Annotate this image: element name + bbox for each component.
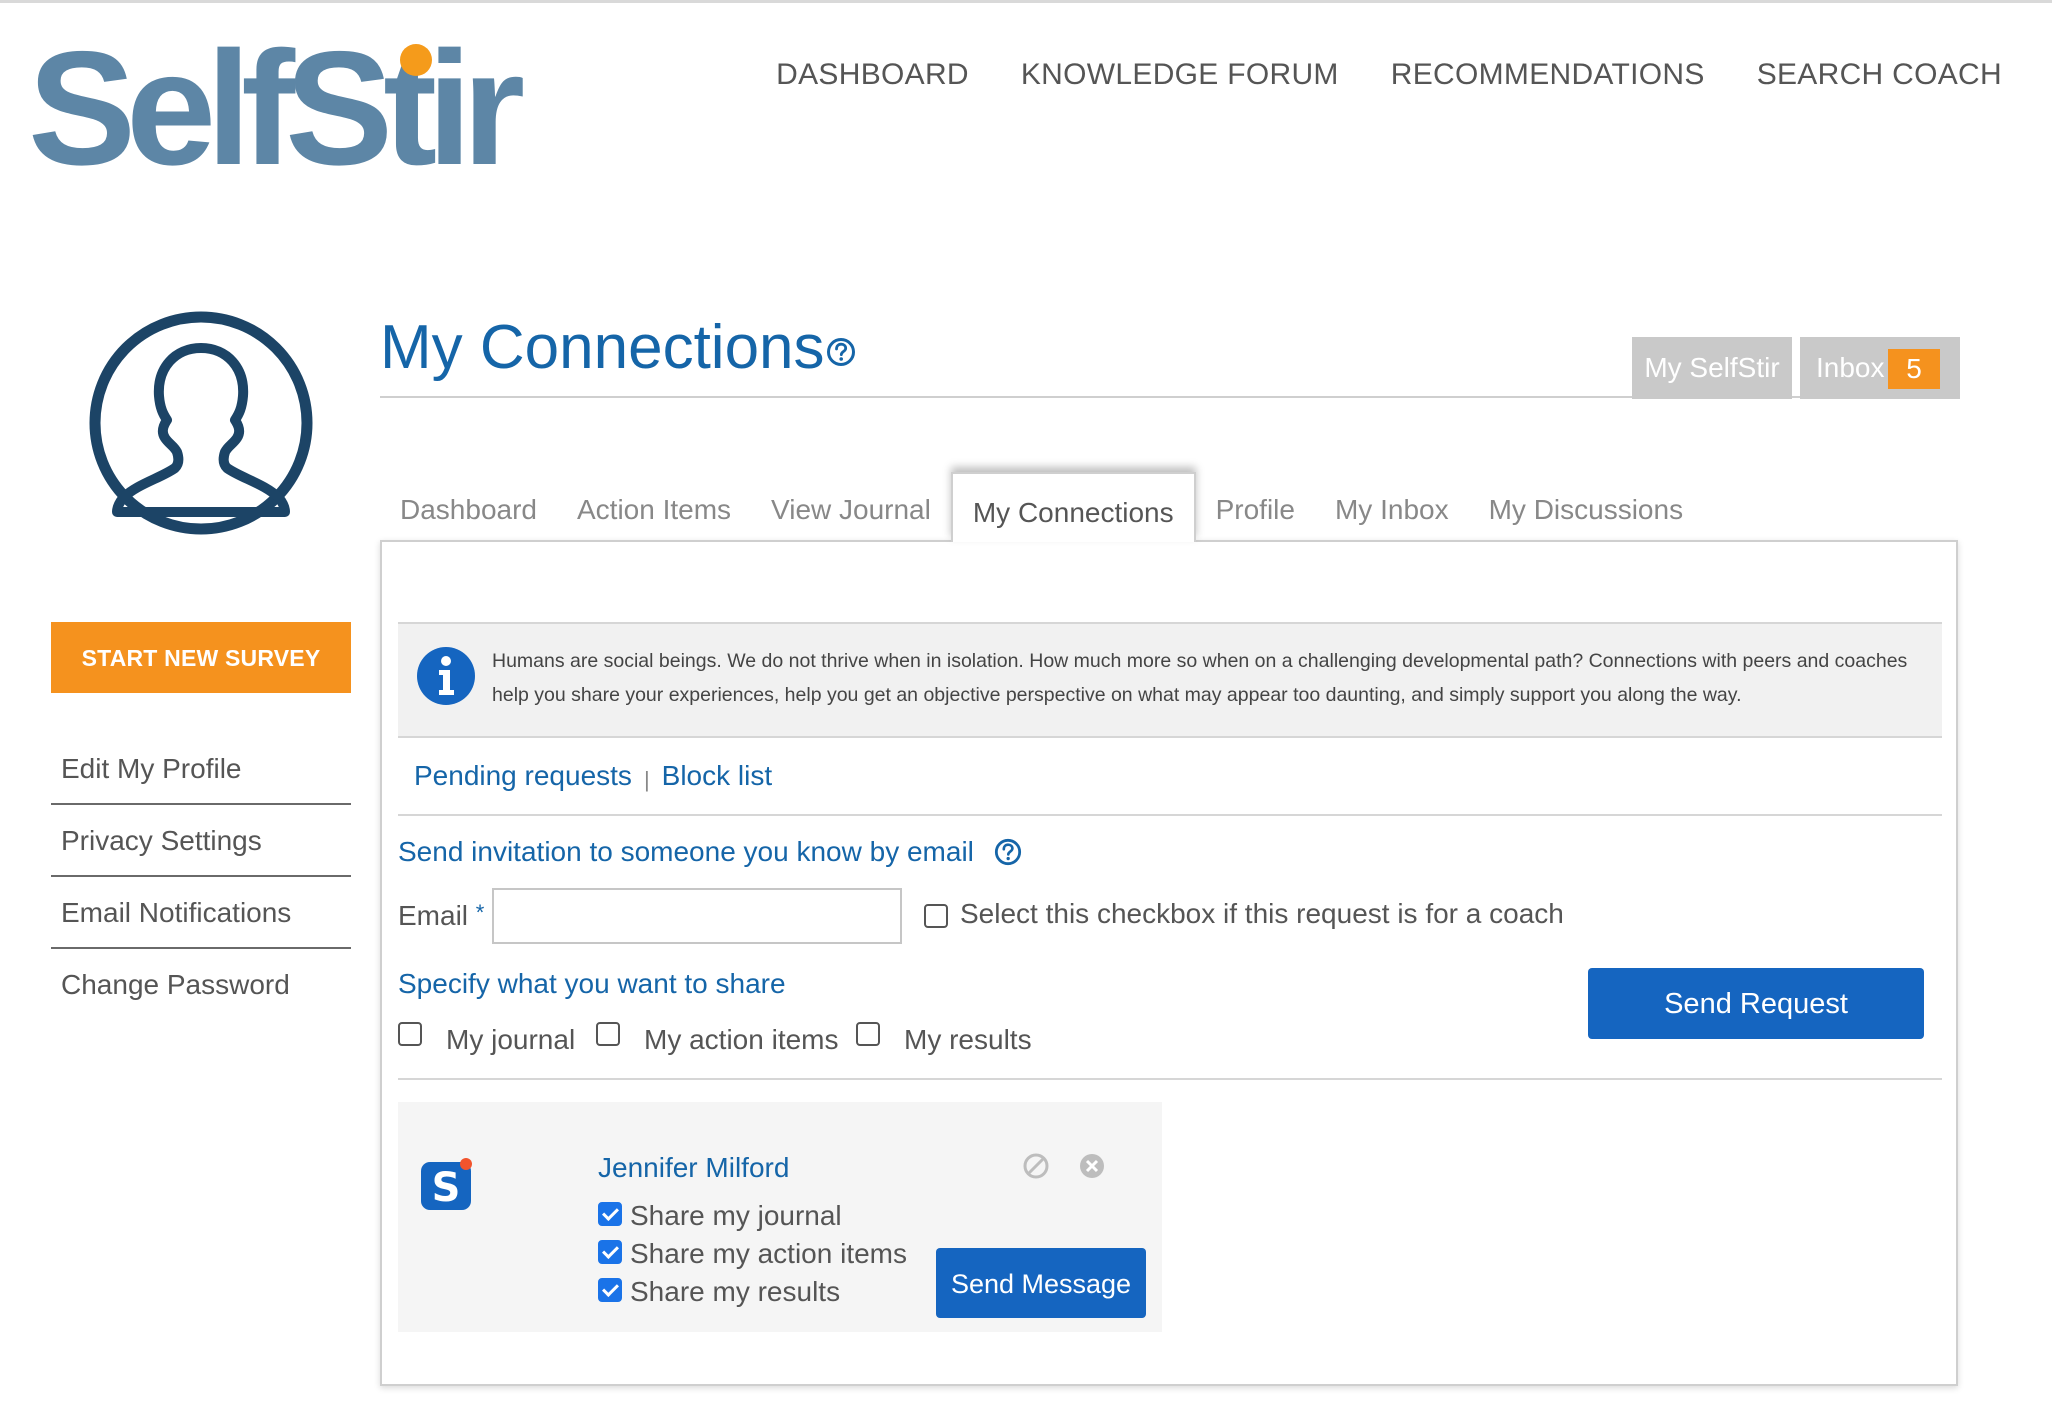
share-my-journal-label: Share my journal [630,1200,842,1231]
connection-card: S Jennifer Milford Share my journal Shar… [398,1102,1162,1332]
share-heading: Specify what you want to share [398,968,786,999]
share-results-checkbox[interactable] [856,1022,880,1046]
share-my-action-items-checkbox[interactable] [598,1240,622,1264]
required-marker: * [475,900,485,925]
section-divider [398,1078,1942,1080]
pending-requests-link[interactable]: Pending requests [414,760,632,791]
block-icon[interactable] [1022,1152,1050,1180]
share-my-action-items-label: Share my action items [630,1238,907,1269]
sidebar-item-privacy-settings[interactable]: Privacy Settings [51,805,351,877]
email-label: Email * [398,900,484,932]
info-text: Humans are social beings. We do not thri… [492,650,1908,706]
svg-text:S: S [432,1165,461,1211]
page-title: My Connections [380,313,825,382]
tab-profile[interactable]: Profile [1196,470,1315,540]
inbox-count-badge: 5 [1888,349,1940,389]
request-links: Pending requests | Block list [414,760,772,792]
share-my-results-checkbox[interactable] [598,1278,622,1302]
logo-dot [400,44,432,76]
share-action-items-label: My action items [644,1024,839,1055]
top-navigation: DASHBOARD KNOWLEDGE FORUM RECOMMENDATION… [776,58,2002,92]
user-silhouette-icon[interactable] [86,308,316,538]
info-icon [417,647,475,705]
help-icon[interactable] [994,838,1022,866]
start-new-survey-button[interactable]: START NEW SURVEY [51,622,351,693]
selfstir-logo[interactable]: SelfStir [28,28,525,190]
coach-request-checkbox[interactable] [924,904,948,928]
tab-action-items[interactable]: Action Items [557,470,751,540]
connections-panel: Humans are social beings. We do not thri… [380,540,1958,1386]
email-label-text: Email [398,900,469,931]
sidebar-item-edit-profile[interactable]: Edit My Profile [51,733,351,805]
my-selfstir-button[interactable]: My SelfStir [1632,337,1792,399]
selfstir-app-icon: S [421,1158,472,1211]
info-banner: Humans are social beings. We do not thri… [398,622,1942,738]
tab-my-discussions[interactable]: My Discussions [1469,470,1703,540]
sidebar-menu: Edit My Profile Privacy Settings Email N… [51,733,351,1019]
connection-name-link[interactable]: Jennifer Milford [598,1152,789,1184]
block-list-link[interactable]: Block list [662,760,772,791]
send-message-button[interactable]: Send Message [936,1248,1146,1318]
link-separator: | [643,767,650,792]
logo-wordmark: SelfStir [28,18,525,199]
top-border [0,0,2052,3]
coach-request-label: Select this checkbox if this request is … [960,898,1564,929]
remove-connection-icon[interactable] [1078,1152,1106,1180]
nav-search-coach[interactable]: SEARCH COACH [1757,58,2002,92]
nav-recommendations[interactable]: RECOMMENDATIONS [1391,58,1705,92]
tab-my-inbox[interactable]: My Inbox [1315,470,1469,540]
share-journal-label: My journal [446,1024,576,1055]
nav-dashboard[interactable]: DASHBOARD [776,58,969,92]
send-request-button[interactable]: Send Request [1588,968,1924,1039]
share-journal-checkbox[interactable] [398,1022,422,1046]
tab-dashboard[interactable]: Dashboard [380,470,557,540]
profile-tabs: Dashboard Action Items View Journal My C… [380,470,1703,542]
help-icon[interactable] [826,337,856,367]
share-action-items-checkbox[interactable] [596,1022,620,1046]
sidebar-item-email-notifications[interactable]: Email Notifications [51,877,351,949]
tab-my-connections[interactable]: My Connections [950,472,1196,542]
section-divider [398,814,1942,816]
sidebar-item-change-password[interactable]: Change Password [51,949,351,1019]
nav-knowledge-forum[interactable]: KNOWLEDGE FORUM [1021,58,1339,92]
invite-heading: Send invitation to someone you know by e… [398,836,974,867]
inbox-label: Inbox [1816,352,1885,383]
share-my-results-label: Share my results [630,1276,841,1307]
tab-view-journal[interactable]: View Journal [751,470,951,540]
share-results-label: My results [904,1024,1032,1055]
email-input[interactable] [492,888,902,944]
share-my-journal-checkbox[interactable] [598,1202,622,1226]
